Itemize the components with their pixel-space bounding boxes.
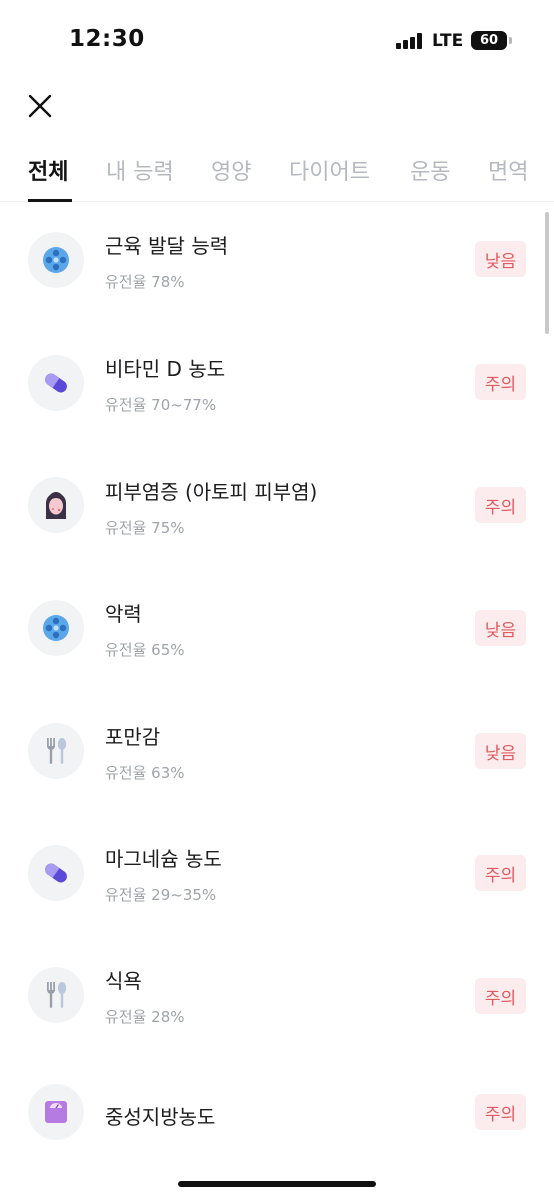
woman-face-icon: [28, 477, 84, 533]
scrollbar[interactable]: [545, 212, 549, 334]
item-heritability: 유전율 29~35%: [105, 886, 217, 904]
item-title: 식욕: [105, 969, 142, 993]
list-item-triglyceride[interactable]: 중성지방농도 주의: [0, 1057, 554, 1179]
list-item-satiety[interactable]: 포만감 유전율 63% 낮음: [0, 691, 554, 813]
soccer-ball-icon: [28, 600, 84, 656]
status-badge: 주의: [475, 487, 526, 523]
status-badge: 주의: [475, 978, 526, 1014]
item-title: 포만감: [105, 725, 161, 749]
fork-spoon-icon: [28, 967, 84, 1023]
battery-level: 60: [479, 33, 499, 48]
tab-exercise[interactable]: 운동: [410, 154, 450, 186]
tab-immunity[interactable]: 면역: [488, 154, 528, 186]
item-title: 피부염증 (아토피 피부염): [105, 480, 318, 504]
status-badge: 낮음: [475, 610, 526, 646]
item-heritability: 유전율 70~77%: [105, 396, 217, 414]
home-indicator[interactable]: [178, 1181, 376, 1187]
item-heritability: 유전율 75%: [105, 519, 185, 537]
item-heritability: 유전율 65%: [105, 641, 185, 659]
item-title: 악력: [105, 602, 142, 626]
list-item-muscle[interactable]: 근육 발달 능력 유전율 78% 낮음: [0, 203, 554, 325]
item-title: 마그네슘 농도: [105, 847, 222, 871]
list-item-appetite[interactable]: 식욕 유전율 28% 주의: [0, 937, 554, 1059]
fork-spoon-icon: [28, 723, 84, 779]
tab-nutrition[interactable]: 영양: [211, 154, 251, 186]
item-title: 근육 발달 능력: [105, 234, 229, 258]
network-type: LTE: [432, 31, 464, 51]
active-tab-indicator: [28, 199, 72, 202]
pill-icon: [28, 355, 84, 411]
battery-cap: [509, 37, 512, 44]
list-item-magnesium[interactable]: 마그네슘 농도 유전율 29~35% 주의: [0, 814, 554, 936]
status-badge: 낮음: [475, 733, 526, 769]
item-heritability: 유전율 63%: [105, 764, 185, 782]
tab-diet[interactable]: 다이어트: [289, 154, 370, 186]
close-icon: [28, 94, 52, 118]
list-item-vitamin-d[interactable]: 비타민 D 농도 유전율 70~77% 주의: [0, 325, 554, 447]
tab-all[interactable]: 전체: [28, 154, 68, 186]
status-badge: 주의: [475, 364, 526, 400]
status-bar: 12:30 LTE 60: [0, 0, 554, 84]
signal-bars-icon: [396, 33, 422, 49]
status-badge: 주의: [475, 1094, 526, 1130]
list-item-dermatitis[interactable]: 피부염증 (아토피 피부염) 유전율 75% 주의: [0, 447, 554, 569]
status-time: 12:30: [69, 26, 145, 52]
soccer-ball-icon: [28, 232, 84, 288]
list-item-grip-strength[interactable]: 악력 유전율 65% 낮음: [0, 569, 554, 691]
close-button[interactable]: [24, 90, 56, 122]
item-title: 비타민 D 농도: [105, 357, 226, 381]
tab-my-ability[interactable]: 내 능력: [106, 154, 174, 186]
scale-icon: [28, 1084, 84, 1140]
status-badge: 낮음: [475, 241, 526, 277]
item-title: 중성지방농도: [105, 1105, 216, 1129]
category-tabs: 전체 내 능력 영양 다이어트 운동 면역: [0, 148, 554, 202]
battery-icon: 60: [471, 31, 507, 50]
status-badge: 주의: [475, 855, 526, 891]
item-heritability: 유전율 78%: [105, 273, 185, 291]
item-heritability: 유전율 28%: [105, 1008, 185, 1026]
pill-icon: [28, 845, 84, 901]
